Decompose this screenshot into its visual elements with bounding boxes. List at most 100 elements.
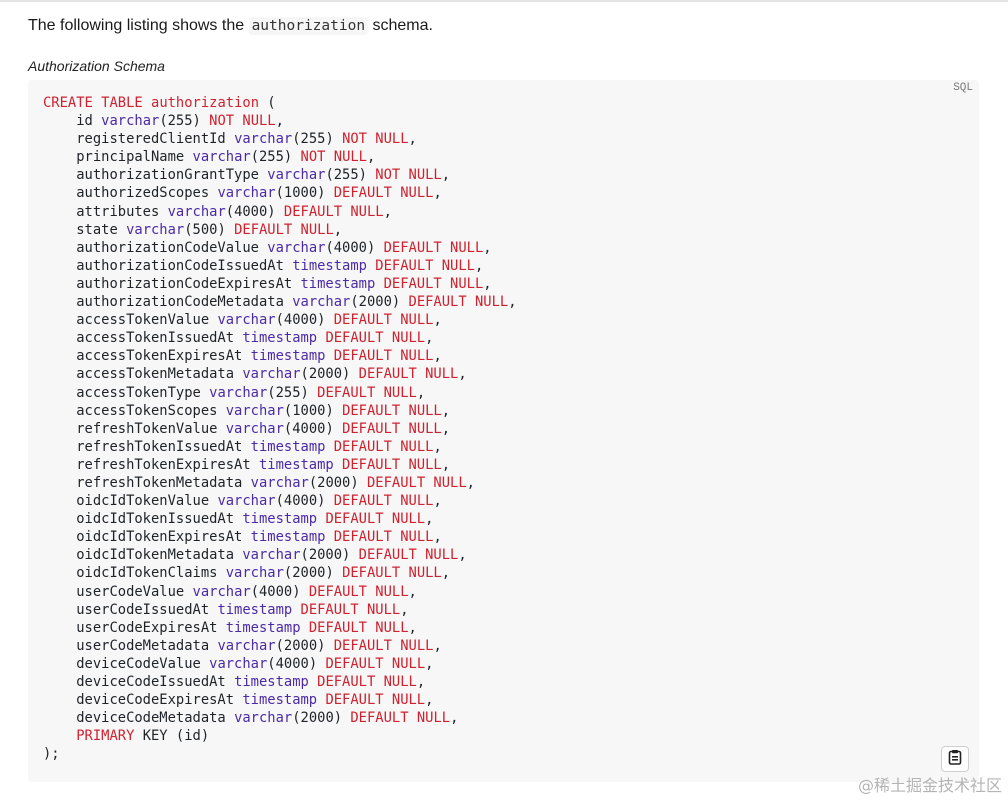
clipboard-icon	[948, 749, 962, 770]
intro-text-after: schema.	[368, 17, 433, 34]
code-text: deviceCodeValue	[43, 655, 210, 672]
code-line: deviceCodeIssuedAt timestamp DEFAULT NUL…	[43, 674, 425, 690]
code-text: oidcIdTokenExpiresAt	[43, 529, 251, 546]
code-line: attributes varchar(4000) DEFAULT NULL,	[43, 204, 392, 220]
code-type: varchar	[192, 583, 251, 600]
code-keyword: DEFAULT NULL	[383, 239, 484, 256]
code-text: (1000)	[283, 402, 343, 419]
code-text: userCodeExpiresAt	[43, 619, 226, 636]
code-text: ,	[333, 221, 343, 238]
code-line: accessTokenMetadata varchar(2000) DEFAUL…	[43, 366, 467, 383]
code-line: oidcIdTokenMetadata varchar(2000) DEFAUL…	[43, 547, 467, 564]
code-text: authorizationCodeValue	[43, 239, 268, 256]
watermark-text: @稀土掘金技术社区	[857, 776, 1002, 795]
code-keyword: DEFAULT NULL	[333, 185, 434, 202]
code-line: deviceCodeMetadata varchar(2000) DEFAULT…	[43, 710, 458, 726]
code-type: varchar	[209, 384, 268, 401]
code-line: CREATE TABLE authorization (	[43, 95, 276, 111]
code-line: authorizationCodeIssuedAt timestamp DEFA…	[43, 258, 483, 274]
code-text: authorizationCodeMetadata	[43, 294, 293, 311]
code-text: userCodeValue	[43, 583, 193, 600]
code-text: ,	[450, 710, 459, 727]
code-line: authorizationCodeValue varchar(4000) DEF…	[43, 239, 492, 256]
code-text: ,	[441, 456, 451, 473]
code-type: varchar	[225, 402, 284, 419]
code-type: varchar	[250, 474, 309, 491]
code-line: authorizationCodeExpiresAt timestamp DEF…	[43, 275, 491, 292]
code-text: refreshTokenIssuedAt	[43, 438, 251, 455]
code-text: (2000)	[275, 637, 334, 654]
code-text: ,	[458, 366, 467, 383]
code-text: authorizationCodeExpiresAt	[43, 275, 301, 292]
code-line: deviceCodeValue varchar(4000) DEFAULT NU…	[43, 656, 433, 672]
code-keyword: authorization	[151, 95, 259, 111]
code-text: (4000)	[267, 655, 326, 672]
code-text: (255)	[250, 149, 301, 166]
code-type: varchar	[167, 203, 226, 220]
code-text: ,	[433, 529, 442, 546]
code-keyword: DEFAULT NULL	[333, 529, 434, 546]
code-line: state varchar(500) DEFAULT NULL,	[43, 222, 342, 238]
code-text: (2000)	[308, 474, 367, 491]
code-text: (255)	[159, 113, 210, 130]
code-keyword: DEFAULT NULL	[234, 221, 334, 238]
code-text: ,	[433, 438, 442, 455]
code-text: (255)	[267, 384, 318, 401]
code-text: (	[259, 95, 276, 111]
code-text: ,	[433, 493, 442, 510]
code-text: ,	[441, 420, 451, 437]
code-line: userCodeIssuedAt timestamp DEFAULT NULL,	[43, 602, 408, 618]
copy-button[interactable]	[941, 746, 969, 772]
code-type: timestamp	[242, 692, 318, 709]
code-line: );	[43, 746, 60, 762]
code-text: ,	[458, 547, 467, 564]
code-text: ,	[508, 294, 517, 311]
code-type: varchar	[292, 294, 351, 311]
code-type: timestamp	[292, 257, 367, 274]
code-text: ,	[425, 655, 434, 672]
code-keyword: DEFAULT NULL	[308, 583, 409, 600]
code-keyword: DEFAULT NULL	[342, 402, 442, 419]
code-keyword: DEFAULT NULL	[383, 275, 484, 292]
code-text: refreshTokenExpiresAt	[43, 456, 259, 473]
code-text: registeredClientId	[43, 131, 235, 148]
code-text: ,	[383, 203, 392, 220]
code-line: oidcIdTokenExpiresAt timestamp DEFAULT N…	[43, 529, 442, 545]
code-line: deviceCodeExpiresAt timestamp DEFAULT NU…	[43, 692, 433, 708]
code-text: (2000)	[350, 294, 409, 311]
code-content: CREATE TABLE authorization ( id varchar(…	[43, 94, 517, 763]
code-text: deviceCodeExpiresAt	[43, 692, 243, 709]
code-text: ,	[408, 619, 417, 636]
listing-caption: Authorization Schema	[28, 58, 165, 74]
code-type: varchar	[267, 239, 326, 256]
code-text: (2000)	[283, 565, 343, 582]
code-text: authorizationGrantType	[43, 167, 268, 184]
code-keyword: DEFAULT NULL	[333, 438, 434, 455]
code-keyword: DEFAULT NULL	[342, 420, 442, 437]
code-line: refreshTokenMetadata varchar(2000) DEFAU…	[43, 475, 475, 491]
code-line: oidcIdTokenClaims varchar(2000) DEFAULT …	[43, 565, 450, 581]
code-text: ,	[483, 239, 492, 256]
code-keyword: DEFAULT NULL	[333, 312, 434, 329]
code-text: ,	[425, 511, 434, 528]
code-text: (2000)	[300, 366, 359, 383]
code-text: accessTokenIssuedAt	[43, 330, 243, 347]
code-text: (4000)	[283, 420, 343, 437]
code-text: ,	[441, 565, 451, 582]
code-text: ,	[441, 167, 451, 184]
code-text: state	[43, 221, 127, 238]
code-text: id	[43, 113, 102, 130]
code-text: (4000)	[275, 312, 334, 329]
code-text: ,	[474, 257, 484, 274]
code-text: accessTokenScopes	[43, 402, 226, 419]
code-type: varchar	[242, 366, 301, 383]
inline-code: authorization	[248, 17, 369, 35]
code-line: oidcIdTokenIssuedAt timestamp DEFAULT NU…	[43, 511, 433, 527]
code-keyword: NOT NULL	[342, 131, 409, 148]
